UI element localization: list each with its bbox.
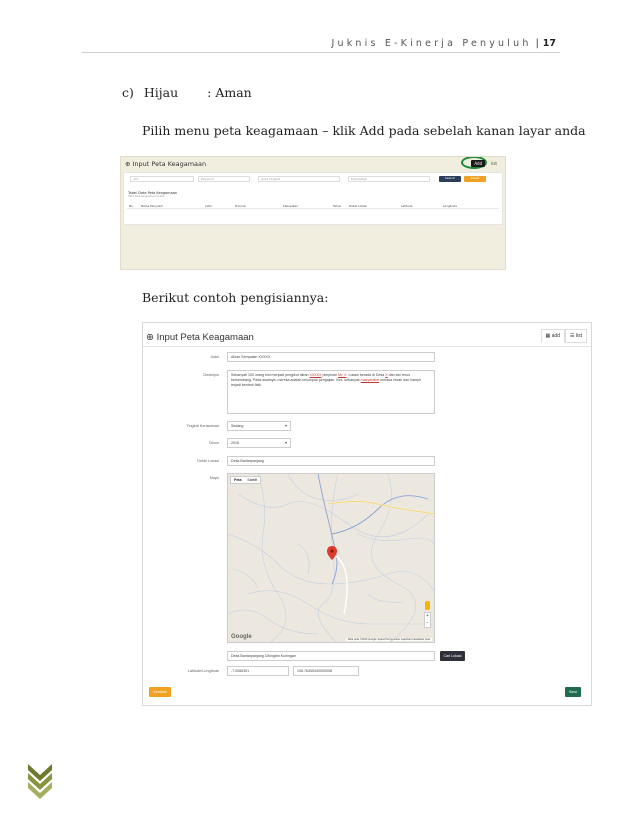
s1-col-judul: Judul <box>205 204 212 208</box>
judul-input[interactable]: Aliran Sempalan XXXXX <box>227 352 435 362</box>
deskripsi-textarea[interactable]: Sebanyak 100 orang kini menjadi pengikut… <box>227 370 435 414</box>
tahun-select[interactable]: 2016 <box>227 438 291 448</box>
label-tahun: Tahun <box>208 441 219 445</box>
s1-tabs: Add list <box>471 160 499 167</box>
item-c-label: Hijau <box>143 85 179 100</box>
map-terrain <box>228 474 434 642</box>
s2-add-tab[interactable]: ▦ add <box>540 329 565 343</box>
zoom-out-icon[interactable]: − <box>425 620 430 627</box>
s1-col-lng: Longitude <box>443 204 457 208</box>
s1-col-tahun: Tahun <box>333 204 342 208</box>
screenshot-peta-form: ⊕ Input Peta Keagamaan ▦ add ☰ list Judu… <box>142 322 592 706</box>
longitude-input[interactable]: 108.76455440000008 <box>293 666 359 676</box>
chevron-down-icon <box>28 764 52 799</box>
s1-col-kabupaten: Kabupaten <box>283 204 299 208</box>
page-number: 17 <box>542 38 556 49</box>
running-header: Juknis E-Kinerja Penyuluh | 17 <box>331 38 556 49</box>
s1-filter-jenis[interactable]: Jenis Tingkat <box>258 176 340 182</box>
item-c-marker: c) <box>122 85 134 100</box>
s1-search-button[interactable]: Search <box>439 176 461 182</box>
s1-col-provinsi: Provinsi <box>235 204 246 208</box>
header-separator: | <box>535 38 539 49</box>
cari-lokasi-button[interactable]: Cari Lokasi <box>440 651 465 661</box>
doc-title: Juknis E-Kinerja Penyuluh <box>331 38 532 49</box>
s1-filter-all[interactable]: -All- <box>130 176 194 182</box>
map-type-satellite[interactable]: Satelit <box>244 477 260 483</box>
map-widget[interactable]: Peta Satelit + − Google Data peta ©2016 G… <box>227 473 435 643</box>
map-marker-icon <box>327 546 337 560</box>
s1-panel: -All- Keyword Jenis Tingkat Kabupaten Se… <box>123 172 503 225</box>
s2-divider <box>143 346 591 347</box>
item-c-value: : Aman <box>207 85 252 100</box>
instruction-text: Pilih menu peta keagamaan – klik Add pad… <box>142 123 586 138</box>
s1-filter-kabupaten[interactable]: Kabupaten <box>348 176 430 182</box>
s1-col-lat: Latitude <box>401 204 413 208</box>
header-rule <box>82 52 560 53</box>
zoom-in-icon[interactable]: + <box>425 613 430 620</box>
s1-filter-keyword[interactable]: Keyword <box>198 176 250 182</box>
s2-tabs: ▦ add ☰ list <box>540 329 587 343</box>
kembali-button[interactable]: Kembali <box>149 687 171 697</box>
label-latlng: Latitude/Longitude <box>187 669 219 673</box>
detail-lokasi-input[interactable]: Desa Bantarpanjang <box>227 456 435 466</box>
s2-list-tab[interactable]: ☰ list <box>565 329 587 343</box>
label-maps: Maps <box>209 476 219 480</box>
s1-col-detail: Detail Lokasi <box>349 204 367 208</box>
save-button[interactable]: Save <box>565 687 581 697</box>
label-detail: Detail Lokasi <box>197 459 219 463</box>
map-type-map[interactable]: Peta <box>231 477 244 483</box>
latitude-input[interactable]: -7.0066391 <box>227 666 289 676</box>
map-attribution: Data peta ©2016 Google Syarat Penggunaan… <box>345 638 432 641</box>
s1-col-nama: Nama Penyuluh <box>141 204 163 208</box>
s2-page-title: ⊕ Input Peta Keagamaan <box>146 332 254 343</box>
s1-table-subtitle: Data Peta Keagamaan Gratis <box>128 195 165 198</box>
tingkat-select[interactable]: Sedang <box>227 421 291 431</box>
s1-table-header: No Nama Penyuluh Judul Provinsi Kabupate… <box>127 203 499 209</box>
label-tingkat: Tingkat Kerawanan <box>186 424 219 428</box>
screenshot-peta-list: ⊕ Input Peta Keagamaan Add list -All- Ke… <box>120 156 506 270</box>
s1-list-tab[interactable]: list <box>489 160 499 167</box>
address-search-input[interactable]: Desa Bantarpanjang Cibingbin Kuningan <box>227 651 435 661</box>
zoom-control[interactable]: + − <box>424 612 431 628</box>
map-type-toggle[interactable]: Peta Satelit <box>230 476 262 484</box>
pegman-icon[interactable] <box>425 601 430 610</box>
s1-add-tab[interactable]: Add <box>471 160 486 167</box>
example-intro: Berikut contoh pengisiannya: <box>142 290 329 305</box>
s1-page-title: ⊕ Input Peta Keagamaan <box>125 160 207 168</box>
s1-reset-button[interactable]: Reset <box>464 176 486 182</box>
label-deskripsi: Deskripsi <box>203 373 219 377</box>
s1-col-no: No <box>129 204 133 208</box>
label-judul: Judul <box>209 355 219 359</box>
list-item-c: c) Hijau : Aman <box>122 85 252 100</box>
google-logo: Google <box>231 634 252 640</box>
